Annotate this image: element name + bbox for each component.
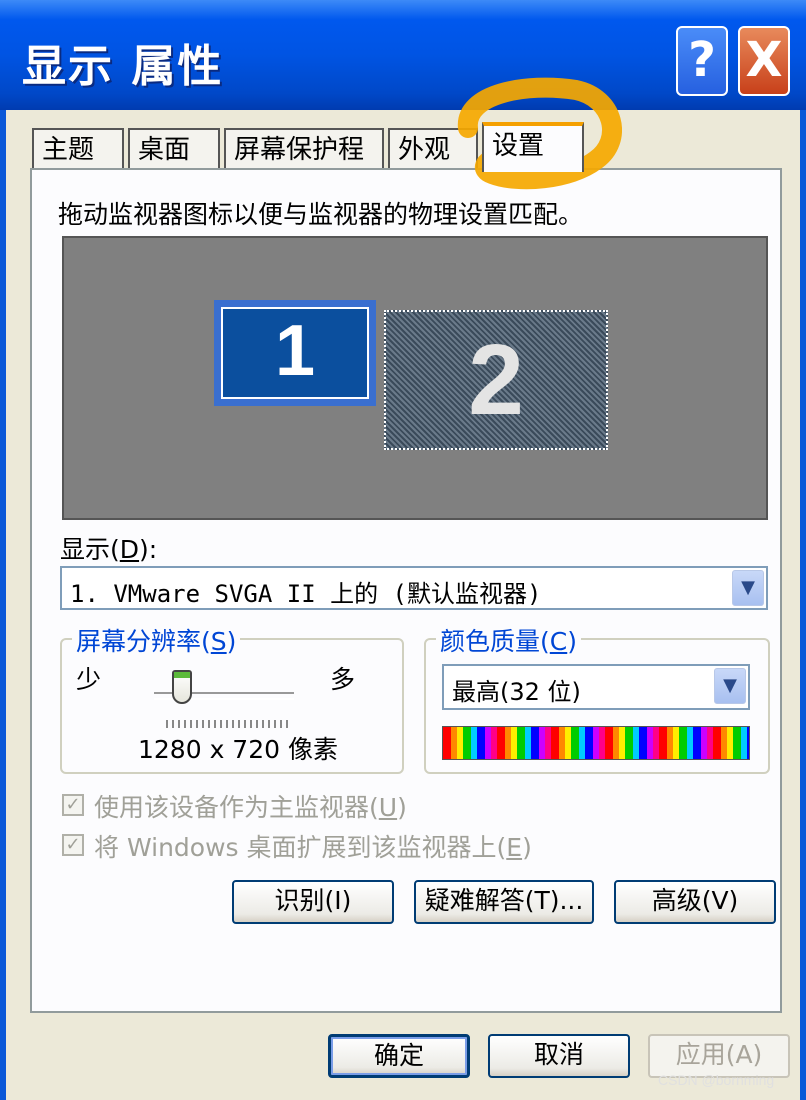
checkmark-icon: ✓ [65, 794, 81, 815]
close-icon: X [745, 32, 783, 88]
settings-panel: 拖动监视器图标以便与监视器的物理设置匹配。 1 2 显示(D): 1. VMwa… [30, 168, 782, 1013]
resolution-more-label: 多 [330, 665, 356, 694]
resolution-slider-ticks [166, 720, 290, 728]
help-button[interactable]: ? [676, 26, 728, 96]
advanced-button[interactable]: 高级(V) [614, 880, 776, 924]
color-quality-group: 颜色质量(C) 最高(32 位) ▼ [424, 622, 770, 774]
display-select[interactable]: 1. VMware SVGA II 上的 (默认监视器) ▼ [60, 566, 768, 610]
color-quality-value: 最高(32 位) [452, 678, 581, 706]
cancel-button[interactable]: 取消 [488, 1034, 630, 1078]
resolution-group-title: 屏幕分辨率(S) [72, 622, 241, 658]
checkbox-extend-desktop-label: 将 Windows 桌面扩展到该监视器上(E) [94, 833, 532, 862]
chevron-down-icon[interactable]: ▼ [732, 570, 764, 606]
identify-button[interactable]: 识别(I) [232, 880, 394, 924]
watermark-text: CSDN @bornming [658, 1072, 775, 1088]
checkbox-extend-desktop[interactable]: ✓ [62, 834, 84, 856]
close-button[interactable]: X [738, 26, 790, 96]
title-bar[interactable]: 显示 属性 ? X [0, 0, 806, 110]
color-spectrum-bar [442, 726, 750, 760]
monitor-2-number: 2 [468, 324, 524, 436]
resolution-slider-thumb[interactable] [172, 670, 192, 704]
checkbox-primary-monitor-label: 使用该设备作为主监视器(U) [94, 793, 407, 822]
tab-desktop[interactable]: 桌面 [128, 128, 220, 170]
help-icon: ? [688, 32, 716, 88]
resolution-less-label: 少 [76, 665, 102, 694]
resolution-group: 屏幕分辨率(S) 少 多 1280 x 720 像素 [60, 622, 404, 774]
display-properties-window: 显示 属性 ? X 主题 桌面 屏幕保护程序 外观 设置 拖动监视器图标以便与监… [0, 0, 806, 1100]
tab-theme[interactable]: 主题 [32, 128, 124, 170]
monitor-1-icon[interactable]: 1 [214, 300, 376, 406]
chevron-down-icon[interactable]: ▼ [714, 668, 746, 704]
display-label: 显示(D): [60, 535, 158, 564]
tab-settings[interactable]: 设置 [482, 122, 584, 172]
instruction-text: 拖动监视器图标以便与监视器的物理设置匹配。 [58, 200, 584, 229]
tab-screensaver[interactable]: 屏幕保护程序 [224, 128, 384, 205]
monitor-2-icon[interactable]: 2 [384, 310, 608, 450]
color-quality-select[interactable]: 最高(32 位) ▼ [442, 664, 750, 710]
monitor-arrangement-area[interactable]: 1 2 [62, 236, 768, 520]
monitor-1-number: 1 [221, 307, 369, 399]
checkmark-icon: ✓ [65, 834, 81, 855]
troubleshoot-button[interactable]: 疑难解答(T)... [414, 880, 594, 924]
resolution-value: 1280 x 720 像素 [138, 735, 338, 764]
color-quality-group-title: 颜色质量(C) [436, 622, 582, 658]
checkbox-primary-monitor[interactable]: ✓ [62, 794, 84, 816]
display-select-value: 1. VMware SVGA II 上的 (默认监视器) [70, 580, 542, 608]
ok-button[interactable]: 确定 [328, 1034, 470, 1078]
window-title: 显示 属性 [22, 41, 224, 92]
